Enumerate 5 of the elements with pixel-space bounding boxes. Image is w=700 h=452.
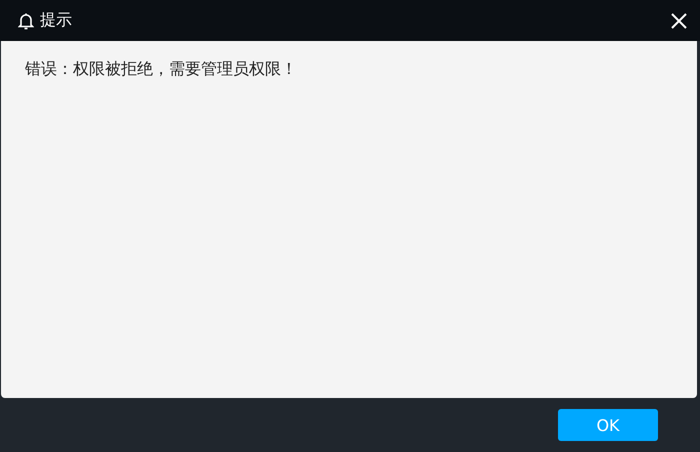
window-title: 提示 bbox=[40, 10, 73, 31]
ok-button[interactable]: OK bbox=[558, 409, 658, 441]
close-button[interactable] bbox=[670, 12, 688, 30]
bell-icon bbox=[18, 12, 34, 30]
error-message: 错误：权限被拒绝，需要管理员权限！ bbox=[25, 59, 297, 78]
